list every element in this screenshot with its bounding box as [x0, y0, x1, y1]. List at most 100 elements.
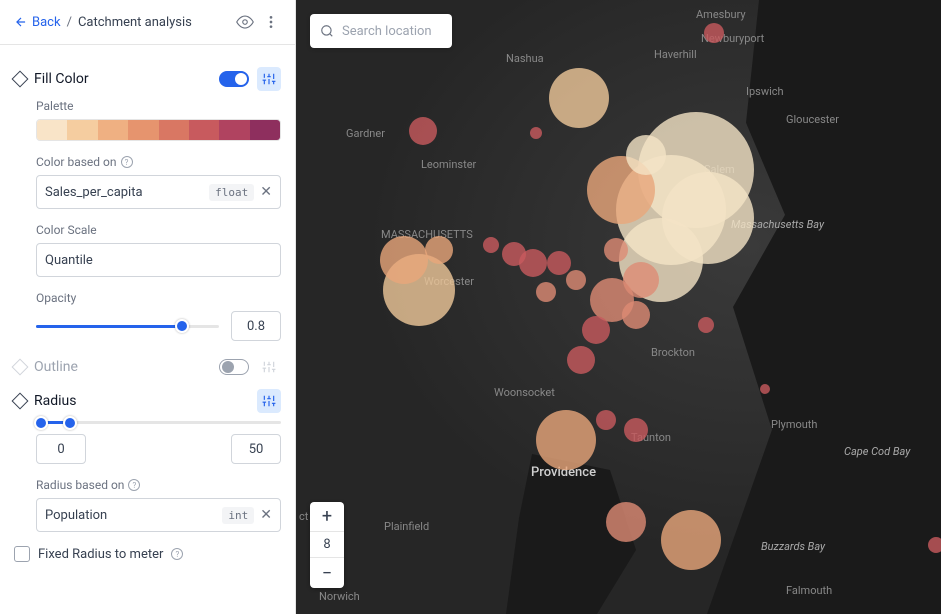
zoom-out-button[interactable]: − [310, 558, 344, 588]
diamond-icon [12, 393, 29, 410]
radius-based-on-label: Radius based on ? [36, 478, 281, 492]
color-based-on-input[interactable]: Sales_per_capita float ✕ [36, 175, 281, 209]
more-menu-icon[interactable] [261, 12, 281, 32]
map-label: Norwich [319, 590, 360, 603]
radius-adjust-button[interactable] [257, 389, 281, 413]
fixed-radius-checkbox[interactable] [14, 546, 30, 562]
help-icon[interactable]: ? [121, 156, 133, 168]
fixed-radius-label: Fixed Radius to meter [38, 547, 163, 562]
map-label: Ipswich [746, 85, 784, 98]
data-bubble[interactable] [425, 236, 453, 264]
opacity-input[interactable] [231, 311, 281, 341]
search-input[interactable] [342, 24, 442, 39]
visibility-icon[interactable] [235, 12, 255, 32]
data-bubble[interactable] [536, 282, 556, 302]
color-scale-value: Quantile [45, 253, 272, 268]
data-bubble[interactable] [380, 236, 428, 284]
arrow-left-icon [14, 15, 28, 29]
radius-min-input[interactable] [36, 434, 86, 464]
zoom-level: 8 [310, 532, 344, 558]
map-canvas[interactable]: AmesburyNewburyportNashuaHaverhillIpswic… [296, 0, 941, 614]
map-label: Cape Cod Bay [844, 445, 910, 458]
map-label: Amesbury [696, 8, 746, 21]
data-bubble[interactable] [606, 502, 646, 542]
data-bubble[interactable] [483, 237, 499, 253]
data-bubble[interactable] [622, 301, 650, 329]
data-bubble[interactable] [698, 317, 714, 333]
data-bubble[interactable] [549, 68, 609, 128]
radius-section: Radius [14, 389, 281, 413]
data-bubble[interactable] [567, 346, 595, 374]
outline-label: Outline [34, 359, 211, 375]
help-icon[interactable]: ? [171, 548, 183, 560]
search-box[interactable] [310, 14, 452, 48]
sliders-icon [262, 360, 276, 374]
color-scale-label: Color Scale [36, 223, 281, 237]
map-label: Buzzards Bay [761, 540, 825, 553]
type-tag: int [222, 507, 254, 524]
data-bubble[interactable] [623, 262, 659, 298]
diamond-icon [12, 359, 29, 376]
radius-based-on-input[interactable]: Population int ✕ [36, 498, 281, 532]
clear-icon[interactable]: ✕ [260, 184, 272, 200]
color-based-on-value: Sales_per_capita [45, 185, 203, 200]
data-bubble[interactable] [530, 127, 542, 139]
data-bubble[interactable] [928, 537, 941, 553]
opacity-slider[interactable] [36, 325, 219, 328]
radius-range-slider[interactable] [36, 421, 281, 424]
outline-toggle[interactable] [219, 359, 249, 375]
type-tag: float [209, 184, 254, 201]
help-icon[interactable]: ? [128, 479, 140, 491]
map-label: Brockton [651, 346, 695, 359]
data-bubble[interactable] [582, 316, 610, 344]
diamond-icon [12, 71, 29, 88]
sidebar-header: Back / Catchment analysis [0, 0, 295, 45]
outline-adjust-button[interactable] [257, 355, 281, 379]
radius-max-input[interactable] [231, 434, 281, 464]
color-based-on-label: Color based on ? [36, 155, 281, 169]
breadcrumb-title: Catchment analysis [78, 15, 192, 30]
map-label: ct [299, 510, 308, 523]
map-label: Gardner [346, 127, 385, 140]
sidebar-body: Fill Color Palette Color based on ? Sale… [0, 45, 295, 614]
fill-color-label: Fill Color [34, 71, 211, 87]
clear-icon[interactable]: ✕ [260, 507, 272, 523]
fill-color-adjust-button[interactable] [257, 67, 281, 91]
map-label: Plymouth [771, 418, 817, 431]
map-label: Falmouth [786, 584, 832, 597]
outline-section: Outline [14, 355, 281, 379]
sidebar: Back / Catchment analysis Fill Color Pal… [0, 0, 296, 614]
palette-selector[interactable] [36, 119, 281, 141]
back-button[interactable]: Back [14, 15, 61, 30]
data-bubble[interactable] [596, 410, 616, 430]
map-label: Leominster [421, 158, 476, 171]
sliders-icon [262, 72, 276, 86]
map-label: Haverhill [654, 48, 697, 61]
fill-color-toggle[interactable] [219, 71, 249, 87]
data-bubble[interactable] [536, 410, 596, 470]
map-label: Gloucester [786, 113, 839, 126]
data-bubble[interactable] [547, 251, 571, 275]
data-bubble[interactable] [624, 418, 648, 442]
data-bubble[interactable] [409, 117, 437, 145]
radius-based-on-value: Population [45, 508, 216, 523]
data-bubble[interactable] [626, 135, 666, 175]
data-bubble[interactable] [704, 23, 724, 43]
breadcrumb-separator: / [67, 15, 72, 30]
search-icon [320, 24, 334, 38]
color-scale-select[interactable]: Quantile [36, 243, 281, 277]
sliders-icon [262, 394, 276, 408]
map-label: Plainfield [384, 520, 429, 533]
data-bubble[interactable] [502, 242, 526, 266]
data-bubble[interactable] [604, 238, 628, 262]
map-label: Woonsocket [494, 386, 555, 399]
data-bubble[interactable] [566, 270, 586, 290]
data-bubble[interactable] [661, 510, 721, 570]
data-bubble[interactable] [760, 384, 770, 394]
map-label: Nashua [506, 52, 544, 65]
zoom-in-button[interactable]: + [310, 502, 344, 532]
fill-color-section: Fill Color [14, 67, 281, 91]
opacity-label: Opacity [36, 291, 281, 305]
back-label: Back [32, 15, 61, 30]
palette-label: Palette [36, 99, 281, 113]
